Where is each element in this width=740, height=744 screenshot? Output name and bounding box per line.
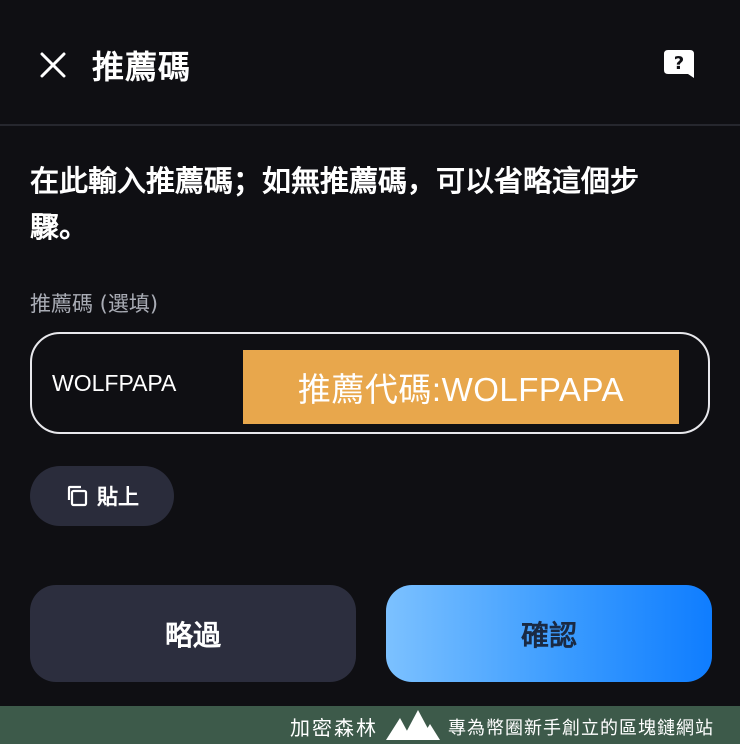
referral-code-input[interactable]: WOLFPAPA 推薦代碼:WOLFPAPA [30, 332, 710, 434]
svg-text:?: ? [674, 53, 684, 74]
referral-overlay-banner: 推薦代碼:WOLFPAPA [243, 350, 679, 424]
paste-button[interactable]: 貼上 [30, 466, 174, 526]
close-icon [40, 52, 66, 78]
skip-label: 略過 [164, 618, 221, 652]
instruction-text: 在此輸入推薦碼；如無推薦碼，可以省略這個步驟。 [30, 164, 640, 244]
mountain-logo-icon [386, 710, 440, 740]
skip-button[interactable]: 略過 [30, 585, 356, 682]
referral-code-value[interactable]: WOLFPAPA [52, 370, 176, 397]
watermark-site-name: 加密森林 [290, 716, 378, 740]
header: 推薦碼 ? [0, 0, 740, 126]
referral-field-label: 推薦碼 (選填) [30, 292, 159, 316]
close-button[interactable] [34, 46, 72, 84]
paste-label: 貼上 [97, 485, 139, 509]
confirm-button[interactable]: 確認 [386, 585, 712, 682]
copy-icon [67, 485, 88, 507]
page-title: 推薦碼 [92, 48, 192, 86]
help-button[interactable]: ? [662, 48, 696, 84]
watermark-footer: 加密森林 專為幣圈新手創立的區塊鏈網站 [0, 706, 740, 744]
referral-code-screen: 推薦碼 ? 在此輸入推薦碼；如無推薦碼，可以省略這個步驟。 推薦碼 (選填) W… [0, 0, 740, 744]
help-chat-icon: ? [664, 50, 694, 78]
confirm-label: 確認 [520, 618, 577, 652]
watermark-tagline: 專為幣圈新手創立的區塊鏈網站 [448, 718, 714, 739]
